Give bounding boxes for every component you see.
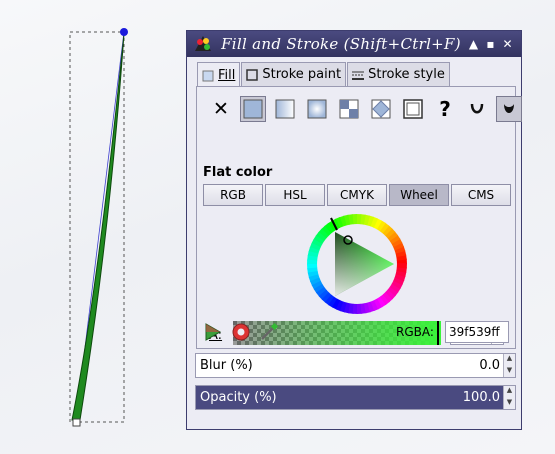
tab-fill[interactable]: Fill — [197, 62, 241, 88]
path-end-node[interactable] — [72, 418, 81, 427]
opacity-control[interactable]: Opacity (%) 100.0 ▲ ▼ — [195, 385, 516, 410]
opacity-label: Opacity (%) — [200, 390, 277, 405]
fill-stroke-dialog: Fill and Stroke (Shift+Ctrl+F) ▲ ▪ ✕ Fil… — [186, 30, 522, 430]
mode-cmyk[interactable]: CMYK — [327, 184, 387, 206]
fill-panel: ✕ ? Flat color RGB HSL CMYK Wheel CMS A: — [196, 86, 522, 349]
color-picker-icon[interactable] — [258, 321, 280, 343]
mode-wheel[interactable]: Wheel — [389, 184, 449, 206]
paint-type-row: ✕ ? — [208, 96, 522, 122]
opacity-up-icon[interactable]: ▲ — [504, 386, 515, 398]
color-tools — [202, 321, 280, 343]
blur-value: 0.0 — [479, 358, 500, 373]
tab-stroke-paint-label: Stroke paint — [262, 67, 342, 82]
fill-icon — [202, 70, 214, 81]
out-of-gamut-icon[interactable] — [230, 321, 252, 343]
close-icon[interactable]: ✕ — [502, 37, 513, 51]
inkscape-logo-icon — [195, 36, 211, 51]
dialog-title: Fill and Stroke (Shift+Ctrl+F) — [221, 35, 461, 53]
fill-rule-nonzero-icon[interactable] — [496, 96, 522, 122]
tab-stroke-paint[interactable]: Stroke paint — [241, 62, 347, 86]
mode-rgb[interactable]: RGB — [203, 184, 263, 206]
blur-down-icon[interactable]: ▼ — [504, 366, 515, 378]
maximize-icon[interactable]: ▪ — [485, 37, 496, 51]
unset-paint-icon[interactable] — [400, 96, 426, 122]
path-node-handle[interactable] — [120, 28, 128, 36]
dialog-titlebar[interactable]: Fill and Stroke (Shift+Ctrl+F) ▲ ▪ ✕ — [187, 31, 521, 57]
blur-control[interactable]: Blur (%) 0.0 ▲ ▼ — [195, 353, 516, 378]
swatch-icon[interactable] — [368, 96, 394, 122]
question-icon[interactable]: ? — [432, 96, 458, 122]
hue-ring-segment — [396, 263, 407, 269]
stroke-style-icon — [352, 71, 365, 80]
color-mode-tabs: RGB HSL CMYK Wheel CMS — [203, 184, 511, 206]
blur-up-icon[interactable]: ▲ — [504, 354, 515, 366]
opacity-down-icon[interactable]: ▼ — [504, 398, 515, 410]
flat-color-label: Flat color — [203, 165, 273, 180]
pattern-icon[interactable] — [336, 96, 362, 122]
up-arrow-icon[interactable]: ▲ — [468, 37, 479, 51]
blur-label: Blur (%) — [200, 358, 253, 373]
no-paint-icon[interactable]: ✕ — [208, 96, 234, 122]
tab-stroke-style-label: Stroke style — [368, 67, 445, 82]
mode-cms[interactable]: CMS — [451, 184, 511, 206]
radial-gradient-icon[interactable] — [304, 96, 330, 122]
selection-bounding-box — [69, 31, 125, 423]
opacity-value: 100.0 — [462, 390, 500, 405]
linear-gradient-icon[interactable] — [272, 96, 298, 122]
rgba-input[interactable]: 39f539ff — [445, 321, 509, 343]
mode-hsl[interactable]: HSL — [265, 184, 325, 206]
tab-fill-label: Fill — [218, 68, 236, 83]
color-managed-icon[interactable] — [202, 321, 224, 343]
fill-rule-evenodd-icon[interactable] — [464, 96, 490, 122]
tab-stroke-style[interactable]: Stroke style — [347, 62, 450, 86]
tab-bar: Fill Stroke paint Stroke style — [197, 62, 451, 88]
stroke-paint-icon — [246, 68, 259, 81]
flat-color-icon[interactable] — [240, 96, 266, 122]
rgba-label: RGBA: — [396, 325, 434, 339]
color-wheel[interactable] — [305, 212, 409, 316]
